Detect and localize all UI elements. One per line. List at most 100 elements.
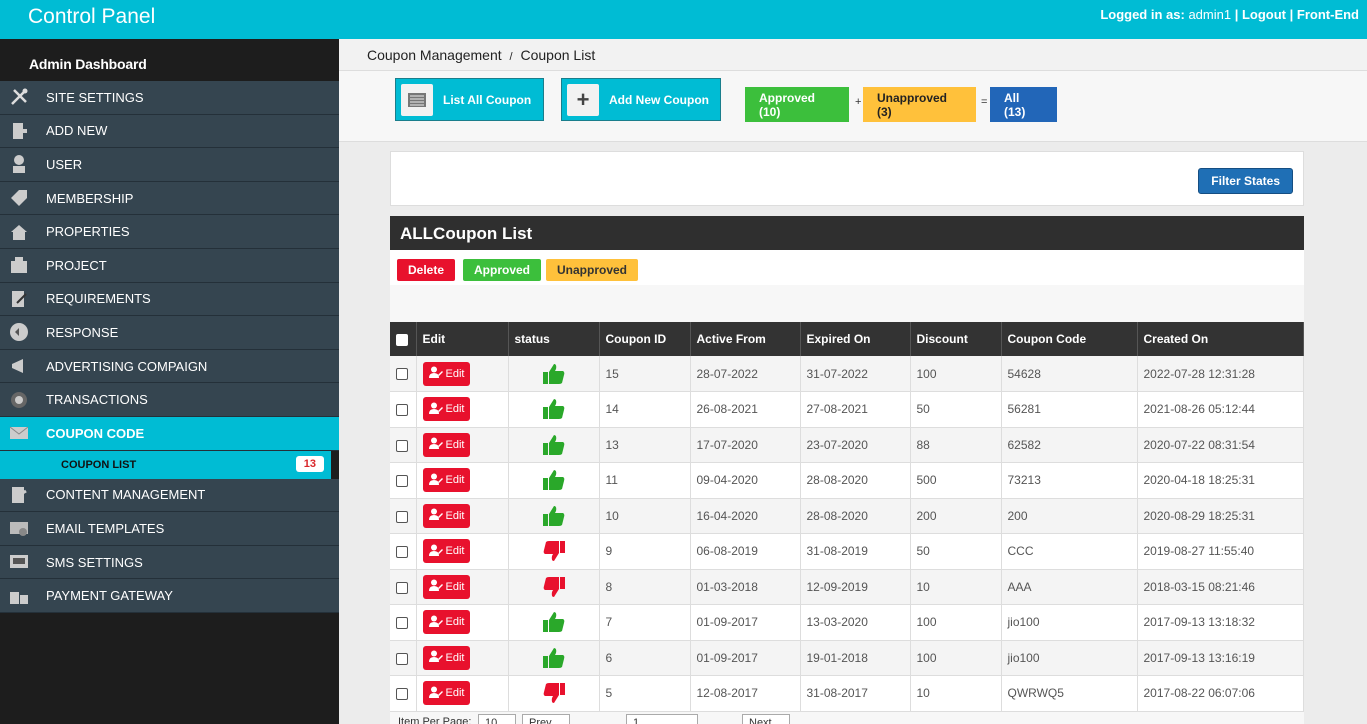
row-checkbox[interactable] <box>396 652 408 665</box>
app-title: Control Panel <box>28 5 156 28</box>
edit-label: Edit <box>445 367 465 380</box>
coupon-code: jio100 <box>1001 640 1138 676</box>
col-header: Expired On <box>800 322 911 356</box>
row-checkbox[interactable] <box>396 475 408 488</box>
sidebar-subitem-coupon-list[interactable]: COUPON LIST 13 <box>0 450 339 479</box>
edit-button[interactable]: Edit <box>422 468 471 493</box>
row-checkbox[interactable] <box>396 404 408 417</box>
tag-icon <box>8 187 30 209</box>
row-checkbox[interactable] <box>396 581 408 594</box>
coupon-id: 8 <box>599 569 691 605</box>
table-row: Edit 10 16-04-2020 28-08-2020 200 200 2020-08-… <box>390 498 1304 534</box>
created-on: 2017-08-22 06:07:06 <box>1137 675 1304 712</box>
coupon-id: 6 <box>599 640 691 676</box>
unapprove-button[interactable]: Unapproved <box>546 259 639 281</box>
row-checkbox[interactable] <box>396 546 408 559</box>
thumbs-up-icon[interactable] <box>515 434 593 456</box>
sidebar-item-label: EMAIL TEMPLATES <box>46 520 165 536</box>
edit-button[interactable]: Edit <box>422 574 471 599</box>
thumbs-up-icon[interactable] <box>515 505 593 527</box>
delete-button[interactable]: Delete <box>397 259 456 281</box>
approve-button[interactable]: Approved <box>463 259 542 281</box>
sidebar-item-response[interactable]: RESPONSE <box>0 316 339 350</box>
coupon-code: AAA <box>1001 569 1138 605</box>
row-checkbox[interactable] <box>396 617 408 630</box>
col-header: status <box>508 322 600 356</box>
table-row: Edit 7 01-09-2017 13-03-2020 100 jio100 2017-0… <box>390 604 1304 641</box>
row-checkbox[interactable] <box>396 368 408 381</box>
sidebar-item-content-management[interactable]: CONTENT MANAGEMENT <box>0 478 339 513</box>
edit-button[interactable]: Edit <box>422 503 471 528</box>
select-all-checkbox[interactable] <box>396 333 408 346</box>
coupon-code: jio100 <box>1001 604 1138 641</box>
pagination: Item Per Page: 10 Prev 1 Next <box>390 714 1304 724</box>
unapproved-count-badge[interactable]: Unapproved (3) <box>863 87 976 122</box>
logout-link[interactable]: Logout <box>1242 7 1286 22</box>
filter-states-button[interactable]: Filter States <box>1198 168 1293 194</box>
table-row: Edit 8 01-03-2018 12-09-2019 10 AAA 2018-03-15… <box>390 569 1304 605</box>
edit-button[interactable]: Edit <box>422 432 471 457</box>
edit-button[interactable]: Edit <box>422 397 471 422</box>
sidebar-item-project[interactable]: PROJECT <box>0 248 339 283</box>
thumbs-down-icon[interactable] <box>515 576 593 598</box>
edit-button[interactable]: Edit <box>422 361 471 386</box>
sidebar-item-requirements[interactable]: REQUIREMENTS <box>0 282 339 317</box>
edit-button[interactable]: Edit <box>422 645 471 670</box>
sidebar-item-label: USER <box>46 156 83 172</box>
coupon-id: 11 <box>599 462 691 499</box>
all-count-badge[interactable]: All (13) <box>990 87 1057 122</box>
sidebar-item-properties[interactable]: PROPERTIES <box>0 215 339 249</box>
building-icon <box>8 254 30 276</box>
per-page-select[interactable]: 10 <box>478 714 516 724</box>
expired-on: 31-08-2019 <box>800 533 911 570</box>
sidebar-item-add-new[interactable]: ADD NEW <box>0 114 339 149</box>
coupon-code: 54628 <box>1001 356 1138 392</box>
edit-button[interactable]: Edit <box>422 681 471 706</box>
sidebar-item-label: RESPONSE <box>46 324 119 340</box>
coupon-id: 5 <box>599 675 691 712</box>
sidebar-item-coupon-code[interactable]: COUPON CODE <box>0 416 339 451</box>
next-button[interactable]: Next <box>742 714 790 724</box>
sidebar-item-advertising-compaign[interactable]: ADVERTISING COMPAIGN <box>0 349 339 384</box>
sidebar-item-label: SITE SETTINGS <box>46 89 144 105</box>
edit-button[interactable]: Edit <box>422 539 471 564</box>
add-new-coupon-button[interactable]: + Add New Coupon <box>561 78 721 121</box>
user-edit-icon <box>428 615 446 630</box>
edit-label: Edit <box>445 616 465 629</box>
sidebar-item-sms-settings[interactable]: SMS SETTINGS <box>0 545 339 580</box>
thumbs-up-icon[interactable] <box>515 647 593 669</box>
add-doc-icon <box>8 120 30 142</box>
col-header: Edit <box>416 322 509 356</box>
thumbs-up-icon[interactable] <box>515 611 593 633</box>
breadcrumb-root[interactable]: Coupon Management <box>367 47 502 63</box>
sidebar-item-user[interactable]: USER <box>0 148 339 182</box>
row-checkbox[interactable] <box>396 510 408 523</box>
sidebar-item-payment-gateway[interactable]: PAYMENT GATEWAY <box>0 579 339 613</box>
thumbs-down-icon[interactable] <box>515 540 593 562</box>
table-row: Edit 14 26-08-2021 27-08-2021 50 56281 2021-08… <box>390 391 1304 428</box>
admin-dashboard-link[interactable]: Admin Dashboard <box>0 39 339 81</box>
approved-count-badge[interactable]: Approved (10) <box>745 87 849 122</box>
sidebar-item-email-templates[interactable]: EMAIL TEMPLATES <box>0 512 339 546</box>
thumbs-up-icon[interactable] <box>515 363 593 385</box>
prev-button[interactable]: Prev <box>522 714 570 724</box>
thumbs-up-icon[interactable] <box>515 398 593 420</box>
created-on: 2021-08-26 05:12:44 <box>1137 391 1304 428</box>
row-checkbox[interactable] <box>396 688 408 701</box>
sidebar-item-membership[interactable]: MEMBERSHIP <box>0 181 339 216</box>
front-end-link[interactable]: Front-End <box>1297 7 1359 22</box>
page-input[interactable]: 1 <box>626 714 698 724</box>
sidebar-item-site-settings[interactable]: SITE SETTINGS <box>0 81 339 115</box>
thumbs-down-icon[interactable] <box>515 682 593 704</box>
list-all-coupon-button[interactable]: List All Coupon <box>395 78 544 121</box>
sidebar-item-label: TRANSACTIONS <box>46 392 148 408</box>
edit-label: Edit <box>445 545 465 558</box>
thumbs-up-icon[interactable] <box>515 469 593 491</box>
user-edit-icon <box>428 366 446 381</box>
status-cell <box>508 356 600 392</box>
sidebar-item-transactions[interactable]: TRANSACTIONS <box>0 383 339 417</box>
expired-on: 31-07-2022 <box>800 356 911 392</box>
row-checkbox[interactable] <box>396 439 408 452</box>
sidebar-item-label: ADD NEW <box>46 123 108 139</box>
edit-button[interactable]: Edit <box>422 610 471 635</box>
